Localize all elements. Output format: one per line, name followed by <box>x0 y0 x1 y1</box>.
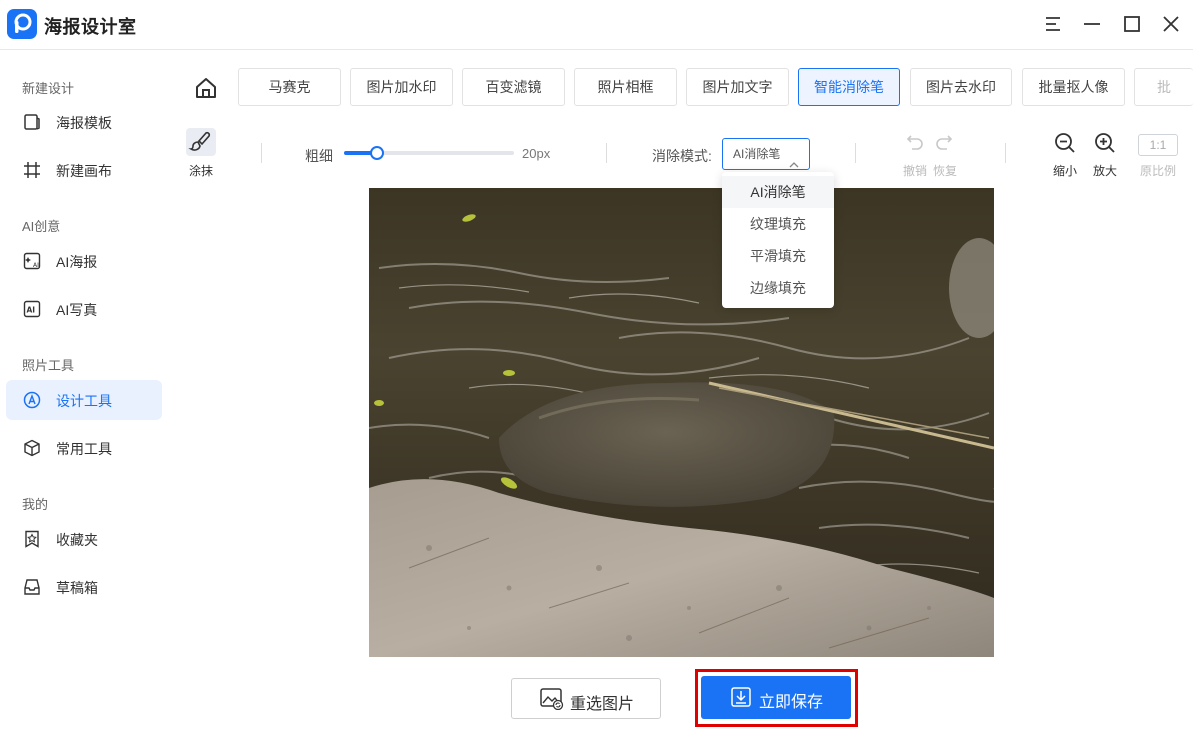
svg-text:AI: AI <box>27 306 36 315</box>
download-icon <box>731 687 751 712</box>
sidebar-item-label: 新建画布 <box>56 163 112 179</box>
sidebar-item-ai-poster[interactable]: AI AI海报 <box>6 241 162 281</box>
mode-option-edge-fill[interactable]: 边缘填充 <box>722 272 834 304</box>
tab-smart-eraser[interactable]: 智能消除笔 <box>798 68 900 106</box>
sidebar-item-common-tools[interactable]: 常用工具 <box>6 428 162 468</box>
sidebar-item-label: 常用工具 <box>56 441 112 457</box>
svg-text:AI: AI <box>33 262 39 269</box>
erase-mode-value: AI消除笔 <box>733 147 781 161</box>
zoom-out-icon[interactable] <box>1053 131 1077 160</box>
app-title: 海报设计室 <box>44 17 137 37</box>
thickness-value: 20px <box>522 146 551 161</box>
reselect-image-button[interactable]: 重选图片 <box>511 678 661 719</box>
sidebar: 新建设计 海报模板 新建画布 AI创意 AI AI海报 AI AI写真 照片工具… <box>0 51 168 739</box>
sidebar-item-label: 草稿箱 <box>56 580 98 596</box>
sidebar-item-ai-photo[interactable]: AI AI写真 <box>6 289 162 329</box>
thickness-slider-handle[interactable] <box>370 146 384 160</box>
mode-option-smooth-fill[interactable]: 平滑填充 <box>722 240 834 272</box>
tab-filters[interactable]: 百变滤镜 <box>462 68 565 106</box>
toolbar-divider <box>1005 143 1006 163</box>
redo-label: 恢复 <box>933 164 958 178</box>
zoom-in-icon[interactable] <box>1093 131 1117 160</box>
sidebar-section-title: 新建设计 <box>22 81 75 96</box>
thickness-label: 粗细 <box>305 148 333 164</box>
toolbar-divider <box>606 143 607 163</box>
erase-mode-dropdown: AI消除笔 纹理填充 平滑填充 边缘填充 <box>722 172 834 308</box>
sidebar-item-design-tools[interactable]: 设计工具 <box>6 380 162 420</box>
tab-photo-frame[interactable]: 照片相框 <box>574 68 677 106</box>
ai-poster-icon: AI <box>23 252 41 270</box>
sidebar-section-title: 照片工具 <box>22 358 75 373</box>
undo-icon[interactable] <box>905 132 925 157</box>
cube-icon <box>23 439 41 457</box>
tab-add-text[interactable]: 图片加文字 <box>686 68 789 106</box>
home-icon[interactable] <box>192 74 220 102</box>
close-icon[interactable] <box>1160 13 1182 35</box>
sidebar-item-label: 海报模板 <box>56 115 112 131</box>
sidebar-item-label: AI写真 <box>56 302 98 318</box>
save-now-button[interactable]: 立即保存 <box>701 676 851 719</box>
app-logo <box>7 9 37 39</box>
erase-mode-select[interactable]: AI消除笔 <box>722 138 810 170</box>
canvas-photo[interactable] <box>369 188 994 657</box>
brush-icon <box>188 131 211 151</box>
smear-label: 涂抹 <box>189 164 214 178</box>
template-icon <box>23 113 41 131</box>
title-bar: 海报设计室 <box>0 0 1193 50</box>
image-replace-icon <box>540 688 564 715</box>
mode-option-texture-fill[interactable]: 纹理填充 <box>722 208 834 240</box>
chevron-up-icon <box>789 150 799 168</box>
smear-brush-button[interactable] <box>186 128 216 156</box>
sidebar-item-label: 收藏夹 <box>56 532 98 548</box>
toolbar-divider <box>855 143 856 163</box>
sidebar-item-poster-template[interactable]: 海报模板 <box>6 102 162 142</box>
original-ratio-button[interactable]: 1:1 <box>1138 134 1178 156</box>
save-now-label: 立即保存 <box>759 694 824 711</box>
drafts-icon <box>23 578 41 596</box>
design-tool-icon <box>23 391 41 409</box>
mode-option-ai-eraser[interactable]: AI消除笔 <box>722 176 834 208</box>
tab-add-watermark[interactable]: 图片加水印 <box>350 68 453 106</box>
canvas-icon <box>23 161 41 179</box>
reselect-image-label: 重选图片 <box>570 696 635 713</box>
erase-mode-label: 消除模式: <box>652 148 712 164</box>
redo-icon[interactable] <box>934 132 954 157</box>
sidebar-item-label: AI海报 <box>56 254 98 270</box>
tab-batch-cutout[interactable]: 批量抠人像 <box>1022 68 1125 106</box>
toolbar-divider <box>261 143 262 163</box>
minimize-icon[interactable] <box>1081 13 1103 35</box>
sidebar-item-label: 设计工具 <box>56 393 112 409</box>
sidebar-item-new-canvas[interactable]: 新建画布 <box>6 150 162 190</box>
tab-mosaic[interactable]: 马赛克 <box>238 68 341 106</box>
sidebar-section-title: AI创意 <box>22 219 61 234</box>
sidebar-item-drafts[interactable]: 草稿箱 <box>6 567 162 607</box>
tab-remove-watermark[interactable]: 图片去水印 <box>910 68 1012 106</box>
sidebar-section-title: 我的 <box>22 497 49 512</box>
original-ratio-label: 原比例 <box>1140 164 1177 178</box>
zoom-out-label: 缩小 <box>1053 164 1078 178</box>
sidebar-item-favorites[interactable]: 收藏夹 <box>6 519 162 559</box>
tab-batch-more[interactable]: 批 <box>1134 68 1193 106</box>
menu-icon[interactable] <box>1042 13 1064 35</box>
favorites-icon <box>23 530 41 548</box>
ai-photo-icon: AI <box>23 300 41 318</box>
maximize-icon[interactable] <box>1121 13 1143 35</box>
undo-label: 撤销 <box>903 164 928 178</box>
zoom-in-label: 放大 <box>1093 164 1118 178</box>
